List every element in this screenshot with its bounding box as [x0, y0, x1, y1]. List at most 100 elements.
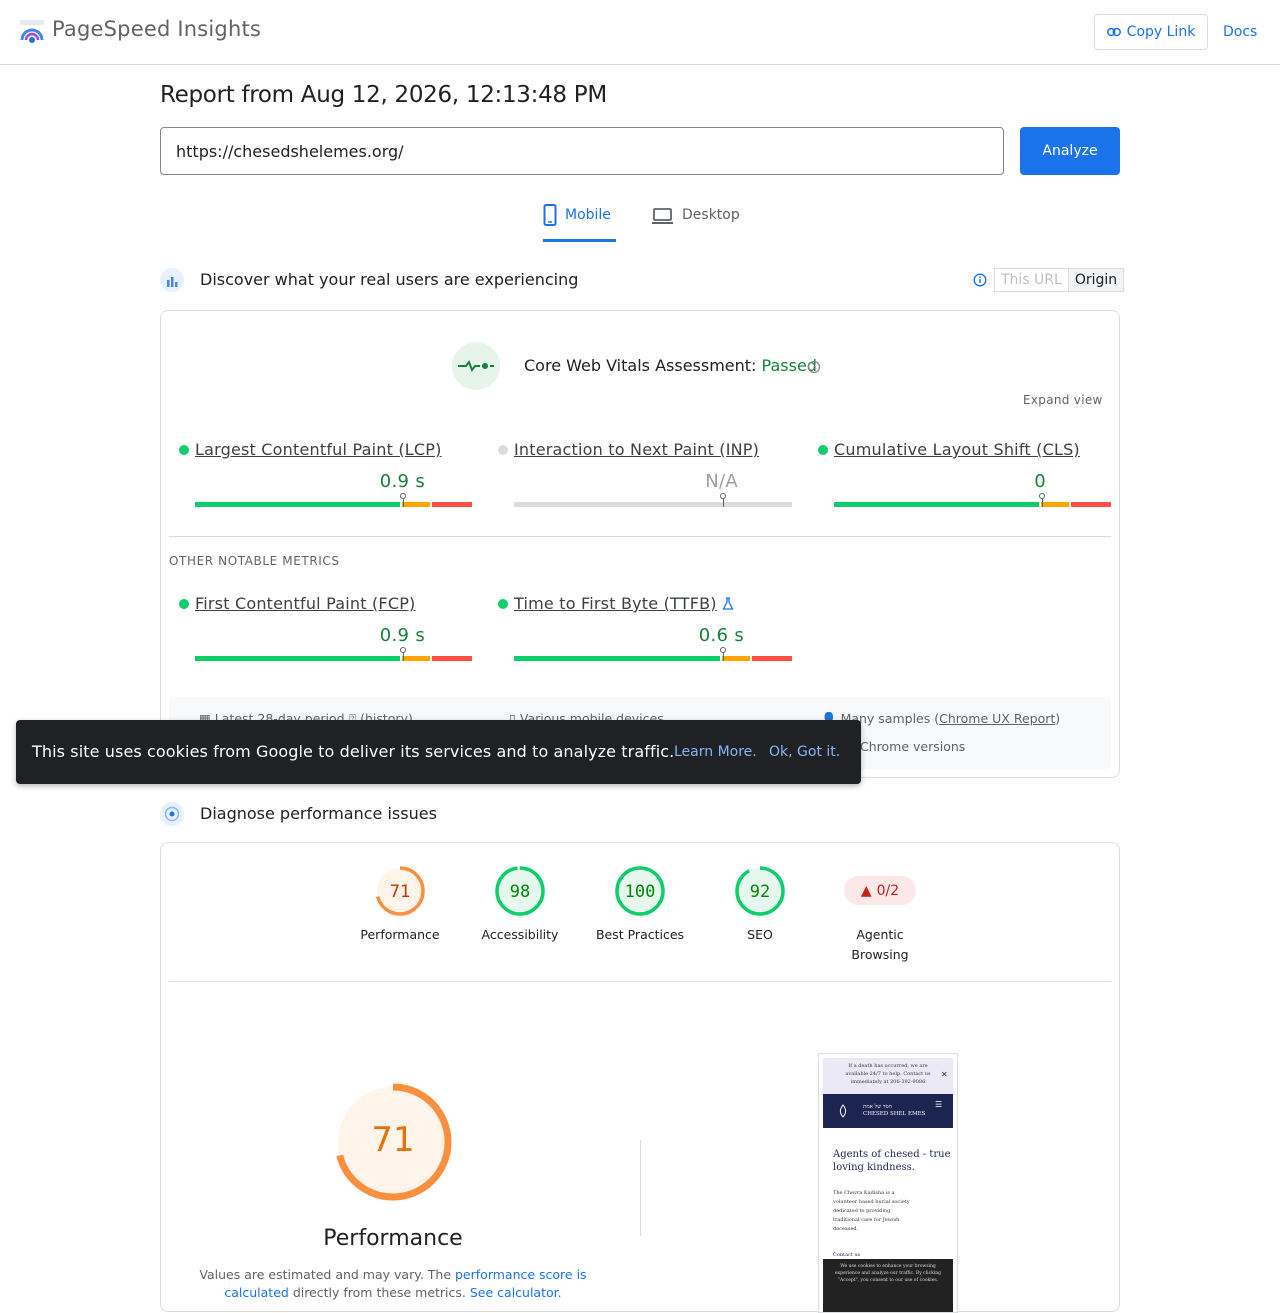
inp-metric-name[interactable]: Interaction to Next Paint (INP) — [514, 440, 759, 459]
inp-bar-empty — [514, 502, 792, 507]
inp-status-dot — [498, 445, 508, 455]
samples-suffix: ) — [1055, 711, 1061, 726]
scores-divider — [169, 981, 1111, 982]
field-section-title: Discover what your real users are experi… — [200, 270, 579, 289]
score-disclaimer: Values are estimated and may vary. The p… — [196, 1266, 590, 1302]
info-icon[interactable] — [973, 273, 987, 287]
lcp-bar-good — [195, 502, 400, 507]
toggle-this-url[interactable]: This URL — [994, 268, 1069, 292]
menu-icon: ☰ — [935, 1100, 943, 1109]
screenshot-banner: If a death has occurred, we are availabl… — [823, 1058, 953, 1094]
inp-p75-marker-line — [723, 499, 724, 507]
vertical-separator — [640, 1140, 641, 1236]
fcp-distribution-bar — [195, 647, 472, 661]
inp-distribution-bar — [514, 493, 792, 507]
screenshot-body: The Chevra Kadisha is a volunteer based … — [833, 1190, 910, 1232]
accessibility-label: Accessibility — [481, 927, 559, 942]
laptop-icon — [652, 208, 673, 224]
ttfb-metric-name[interactable]: Time to First Byte (TTFB) — [514, 594, 717, 613]
cls-metric-name[interactable]: Cumulative Layout Shift (CLS) — [834, 440, 1080, 459]
agentic-label-line1: Agentic — [856, 927, 904, 942]
tab-mobile-label: Mobile — [565, 207, 611, 223]
chrome-ux-report-link[interactable]: Chrome UX Report — [939, 711, 1055, 726]
fcp-status-dot — [179, 599, 189, 609]
cls-bar-poor — [1071, 502, 1111, 507]
agentic-browsing-badge[interactable]: ▲ 0/2 — [844, 876, 916, 905]
expand-view-button[interactable]: Expand view — [1023, 393, 1103, 407]
performance-main-score: 71 — [371, 1120, 415, 1160]
fcp-bar-good — [195, 656, 400, 661]
fcp-p75-marker-line — [403, 653, 404, 661]
warning-triangle-icon: ▲ — [860, 882, 872, 899]
top-bar: PageSpeed Insights Copy Link Docs — [0, 0, 1280, 65]
disclaimer-text-2: directly from these metrics. — [288, 1285, 470, 1300]
seo-label: SEO — [747, 927, 773, 942]
cls-p75-marker-line — [1042, 499, 1043, 507]
cls-bar-average — [1041, 502, 1069, 507]
see-calculator-link[interactable]: See calculator. — [470, 1285, 562, 1300]
ttfb-bar-average — [722, 656, 750, 661]
lcp-distribution-bar — [195, 493, 472, 507]
ttfb-status-dot — [498, 599, 508, 609]
url-input[interactable] — [160, 127, 1004, 175]
pagespeed-logo-icon — [20, 20, 44, 43]
agentic-score: 0/2 — [876, 882, 900, 899]
tab-mobile[interactable]: Mobile — [543, 204, 616, 242]
page-screenshot-thumbnail[interactable]: If a death has occurred, we are availabl… — [818, 1053, 958, 1313]
performance-main-title: Performance — [323, 1226, 463, 1251]
metrics-divider — [169, 536, 1111, 537]
analyze-button[interactable]: Analyze — [1020, 127, 1120, 175]
help-icon[interactable]: ? — [807, 360, 821, 374]
fcp-metric-name[interactable]: First Contentful Paint (FCP) — [195, 594, 415, 613]
fcp-value: 0.9 s — [379, 625, 425, 646]
link-icon — [1106, 27, 1121, 37]
cls-status-dot — [818, 445, 828, 455]
ttfb-p75-marker-line — [723, 653, 724, 661]
users-chart-icon — [160, 268, 184, 292]
lcp-bar-average — [402, 502, 430, 507]
diagnose-icon — [160, 802, 184, 826]
seo-score: 92 — [749, 882, 771, 902]
lcp-status-dot — [179, 445, 189, 455]
fcp-bar-average — [402, 656, 430, 661]
screenshot-nav-hebrew: חסד של אמת — [863, 1104, 892, 1110]
cookie-learn-more-link[interactable]: Learn More. — [674, 744, 757, 760]
experimental-flask-icon — [722, 597, 734, 610]
cwv-label: Core Web Vitals Assessment: — [524, 356, 762, 375]
cls-bar-good — [834, 502, 1039, 507]
screenshot-nav: חסד של אמת CHESED SHEL EMES ☰ — [823, 1094, 953, 1128]
ttfb-value: 0.6 s — [698, 625, 744, 646]
cls-distribution-bar — [834, 493, 1111, 507]
screenshot-nav-english: CHESED SHEL EMES — [863, 1111, 926, 1117]
tab-desktop-label: Desktop — [682, 207, 740, 223]
cookie-ok-button[interactable]: Ok, Got it. — [769, 744, 840, 760]
docs-link[interactable]: Docs — [1223, 24, 1257, 40]
screenshot-nav-text: חסד של אמת CHESED SHEL EMES — [863, 1104, 925, 1118]
agentic-label: Agentic Browsing — [825, 925, 935, 965]
lcp-p75-marker-line — [403, 499, 404, 507]
screenshot-contact: Contact us — [833, 1252, 861, 1258]
phone-icon — [543, 204, 557, 226]
screenshot-cookie-notice: We use cookies to enhance your browsing … — [823, 1259, 953, 1312]
url-origin-toggle: This URL Origin — [994, 268, 1125, 292]
ttfb-bar-good — [514, 656, 720, 661]
toggle-origin[interactable]: Origin — [1068, 268, 1125, 292]
ttfb-distribution-bar — [514, 647, 792, 661]
cwv-assessment: Core Web Vitals Assessment: Passed — [524, 356, 817, 375]
close-icon: ✕ — [941, 1070, 948, 1079]
flame-logo-icon — [839, 1104, 847, 1118]
app-title[interactable]: PageSpeed Insights — [52, 17, 261, 41]
chrome-versions: Chrome versions — [860, 739, 966, 754]
pulse-icon — [458, 359, 494, 373]
inp-value: N/A — [705, 471, 738, 492]
best-practices-score: 100 — [624, 882, 656, 902]
lcp-value: 0.9 s — [379, 471, 425, 492]
diagnose-section-title: Diagnose performance issues — [200, 804, 437, 823]
lcp-metric-name[interactable]: Largest Contentful Paint (LCP) — [195, 440, 442, 459]
copy-link-button[interactable]: Copy Link — [1094, 14, 1208, 50]
tab-desktop[interactable]: Desktop — [651, 204, 740, 242]
cookie-text: This site uses cookies from Google to de… — [32, 742, 675, 761]
report-title: Report from Aug 12, 2026, 12:13:48 PM — [160, 82, 607, 108]
lcp-bar-poor — [432, 502, 472, 507]
svg-text:?: ? — [812, 363, 816, 372]
